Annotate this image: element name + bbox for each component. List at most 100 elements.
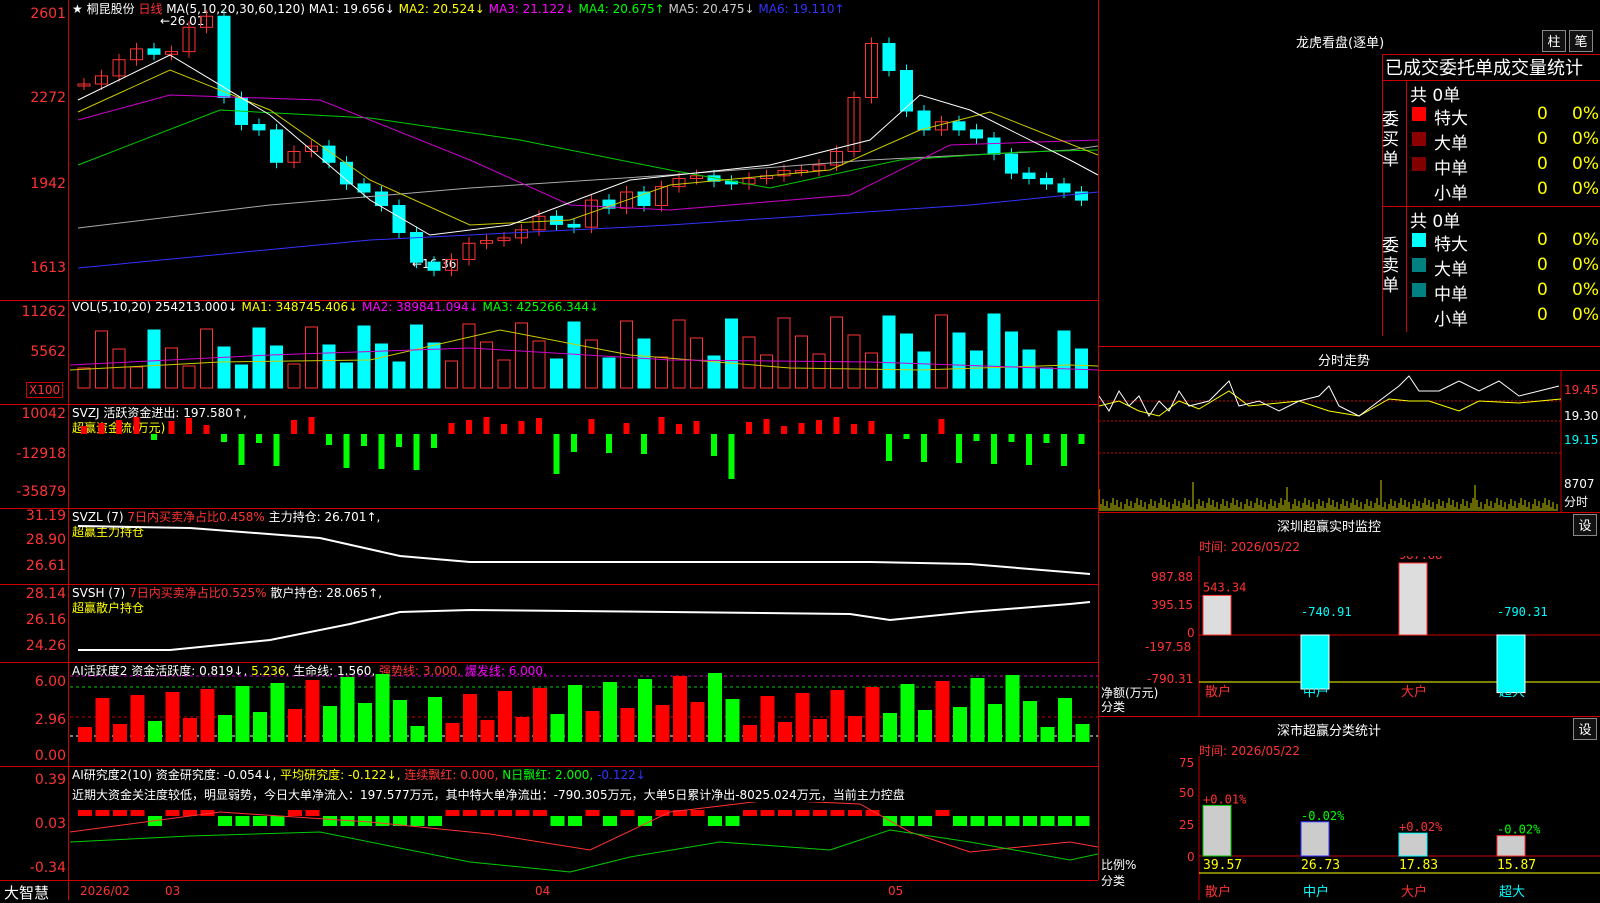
activity-bar [463,694,477,742]
volume-bar [795,335,808,389]
y-tick: -35879 [16,484,66,500]
buy-row-val: 0 [1537,104,1548,124]
research-bar [603,816,617,826]
timeshare-chart[interactable]: 19.45 19.30 19.15 8707 分时 [1098,370,1600,513]
cls-category-label: 大户 [1401,884,1427,900]
fs-tick: 8707 [1564,477,1595,491]
research-bar [988,816,1002,826]
activity-bar [253,712,267,742]
flow-bar [921,434,927,462]
volume-bar [935,314,948,389]
flow-bar [973,434,980,441]
sz-net-bar [1300,634,1330,690]
research-bar [113,810,127,816]
ai-activity-panel[interactable]: AI活跃度2 资金活跃度: 0.819↓, 5.236, 生命线: 1.560,… [0,662,1099,767]
flow-bar [343,434,350,468]
flow-bar [658,417,665,434]
ma-magenta-line [77,94,1098,211]
ma6-line [77,145,1098,229]
activity-bar [375,674,390,742]
flow-bar [588,419,595,434]
volume-panel[interactable]: VOL(5,10,20) 254213.000↓ MA1: 348745.406… [0,300,1099,405]
sell-orders-table: 委卖单 共 0单 特大 0 0% 大单 0 0% 中单 0 0% 小单 0 0% [1382,206,1600,332]
cls-ratio-bar [1496,835,1526,857]
cls-ratio-chart: 75 50 25 0 比例% 分类 +0.01% 39.57 散户 -0.02% 26.… [1099,756,1600,900]
research-bar [935,810,950,816]
cls-change-label: +0.02% [1399,820,1443,834]
candle-body [410,232,423,263]
research-bar [585,810,600,816]
volume-bar [182,365,196,389]
flow-bar [308,417,315,434]
research-bar [918,816,932,826]
activity-bar [95,698,110,742]
unit-badge[interactable]: X100 [26,382,64,398]
activity-bar [813,719,827,742]
sz-net-bar [1496,634,1526,694]
activity-bar [323,706,337,742]
research-bar [375,816,390,826]
flow-bar [273,434,280,466]
stat-title: 已成交委托单成交量统计 [1385,58,1583,79]
volume-bar [217,346,231,389]
candle-body [917,110,931,131]
volume-bar [1005,331,1018,389]
activity-bar [673,676,687,742]
candle-body [375,191,388,206]
flow-bar [221,434,227,442]
svsh-panel[interactable]: SVSH (7) 7日内买卖净占比0.525% 散户持仓: 28.065↑, 超… [0,584,1099,663]
ai2-avg: 平均研究度: -0.122↓, [280,768,401,782]
y-tick: 2601 [30,6,66,22]
y-tick: 26.61 [25,558,66,574]
buy-row-name: 中单 [1434,159,1468,179]
volume-bar [830,316,843,389]
main-chart-panel[interactable]: ★ 桐昆股份 日线 MA(5,10,20,30,60,120) MA1: 19.… [0,0,1099,900]
sz-settings-button[interactable]: 设 [1573,514,1597,536]
research-bar [305,810,320,816]
sell-row-val: 0 [1537,305,1548,325]
volume-bar [95,330,108,389]
flow-bar [868,421,875,434]
flow-bar [763,419,770,434]
flow-bar [1043,434,1050,443]
candle-body [952,121,966,131]
sz-net-label: 987.88 [1399,556,1442,562]
tick-mode-button[interactable]: 笔 [1569,30,1593,52]
research-bar [848,810,862,816]
activity-bar [865,687,880,742]
volume-bar [252,327,266,389]
sz-category-label: 中户 [1303,684,1329,700]
sz-time: 时间: 2026/05/22 [1199,540,1301,554]
volume-bar [637,338,651,389]
activity-bar [498,691,512,742]
activity-bar [200,689,215,742]
ai-research-panel[interactable]: AI研究度2(10) 资金研究度: -0.054↓, 平均研究度: -0.122… [0,766,1099,880]
bar-mode-button[interactable]: 柱 [1542,30,1566,52]
cls-settings-button[interactable]: 设 [1573,718,1597,740]
ai2-label: AI研究度2(10) [72,768,153,782]
month-label: 05 [888,884,904,898]
sz-monitor-title: 深圳超赢实时监控 [1277,520,1382,535]
retail-holding-line [78,601,1091,651]
research-bar [130,810,145,816]
flow-bar [518,421,525,434]
volume-bar [77,367,91,389]
fs-tick: 19.15 [1564,433,1599,447]
flow-bar [623,423,630,434]
activity-bar [78,727,92,742]
svzj-panel[interactable]: SVZJ 活跃资金进出: 197.580↑, 超赢资金流(万元) 10042 -… [0,404,1099,509]
sell-total: 共 0单 [1410,212,1461,232]
sell-color-swatch [1412,308,1426,322]
volume-bar [1075,348,1088,389]
volume-bar [497,359,511,389]
buy-color-swatch [1412,157,1426,171]
buy-row-pct: 0% [1572,179,1599,199]
svzl-panel[interactable]: SVZL (7) 7日内买卖净占比0.458% 主力持仓: 26.701↑, 超… [0,508,1099,585]
flow-bar [116,420,122,434]
volume-bar [742,336,756,389]
activity-bar [638,679,652,742]
sell-row-val: 0 [1537,230,1548,250]
flow-bar [1078,434,1085,444]
research-bar [498,810,512,816]
ma-blue-line [77,191,1098,269]
